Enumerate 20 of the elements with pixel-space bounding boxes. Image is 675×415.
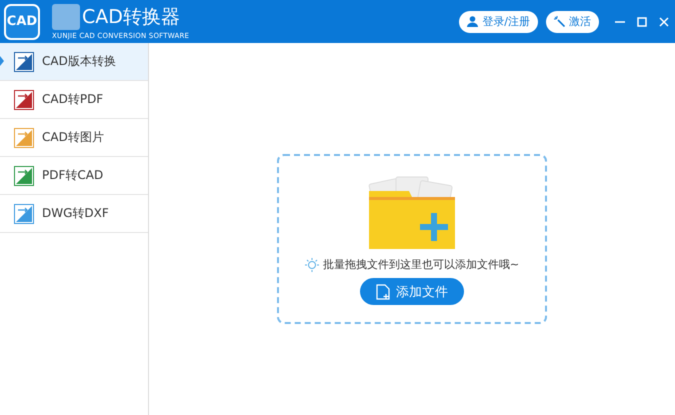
user-icon — [467, 16, 478, 27]
sidebar-item[interactable]: CAD版本转换 — [0, 43, 148, 81]
drop-zone[interactable]: 批量拖拽文件到这里也可以添加文件哦~ 添加文件 — [277, 154, 547, 324]
close-icon[interactable] — [659, 16, 669, 26]
sidebar-item[interactable]: PDF转CAD — [0, 157, 148, 195]
drop-hint: 批量拖拽文件到这里也可以添加文件哦~ — [322, 257, 520, 272]
app-title: CAD转换器 — [82, 4, 180, 30]
maximize-icon[interactable] — [637, 16, 647, 26]
file-add-icon — [376, 284, 390, 300]
lightbulb-icon — [304, 258, 319, 272]
sidebar-item[interactable]: DWG转DXF — [0, 195, 148, 233]
add-file-button[interactable]: 添加文件 — [360, 278, 464, 305]
login-button[interactable]: 登录/注册 — [459, 10, 538, 32]
sidebar-item[interactable]: CAD转图片 — [0, 119, 148, 157]
app-logo: CAD — [4, 4, 40, 40]
selection-indicator — [0, 56, 4, 66]
redaction-blob — [52, 4, 80, 30]
sidebar-item[interactable]: CAD转PDF — [0, 81, 148, 119]
wand-icon — [554, 16, 565, 27]
activate-button[interactable]: 激活 — [546, 10, 599, 32]
